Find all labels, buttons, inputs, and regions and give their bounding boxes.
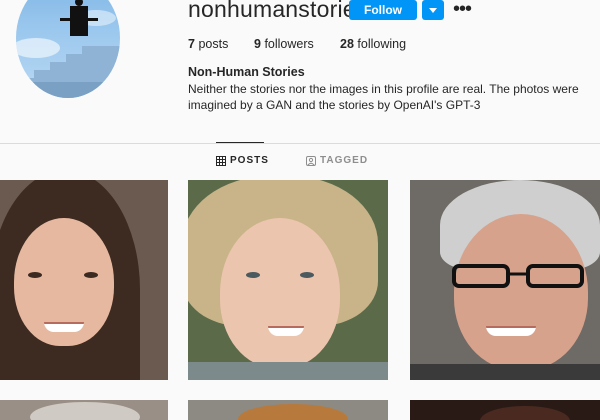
post-image-eye [246,272,260,278]
posts-count-label: posts [198,37,229,51]
post-image-eye [84,272,98,278]
following-count[interactable]: 28 following [340,37,406,51]
tab-tagged[interactable]: TAGGED [306,155,368,166]
tab-posts[interactable]: POSTS [216,155,269,166]
post-image-face [220,218,340,368]
post-image-mouth [268,326,304,336]
post-image-mouth [486,326,536,336]
followers-count-label: followers [264,37,314,51]
following-count-value: 28 [340,37,354,51]
post-tile[interactable] [188,400,388,420]
post-image-shirt [188,362,388,380]
posts-count: 7 posts [188,37,228,51]
follow-button[interactable]: Follow [349,0,417,20]
tab-tagged-label: TAGGED [320,155,369,166]
bio-text: Neither the stories nor the images in th… [188,82,579,112]
profile-avatar[interactable] [16,0,120,98]
ellipsis-icon: ••• [453,0,472,20]
followers-count[interactable]: 9 followers [254,37,314,51]
tab-posts-label: POSTS [230,155,269,166]
post-tile[interactable] [188,180,388,380]
post-image-eye [300,272,314,278]
post-image-face [454,214,588,370]
post-image-mouth [44,322,84,332]
post-tile[interactable] [410,400,600,420]
post-image-shirt [410,364,600,380]
post-tile[interactable] [0,180,168,380]
post-image-eye [28,272,42,278]
post-image [238,404,348,420]
post-image [30,402,140,420]
more-options-button[interactable]: ••• [453,0,472,19]
profile-username: nonhumanstories [188,0,368,22]
tabs-divider [0,143,600,144]
post-image [480,406,570,420]
post-tile[interactable] [0,400,168,420]
avatar-image [16,0,120,98]
grid-icon [216,155,226,166]
post-tile[interactable] [410,180,600,380]
followers-count-value: 9 [254,37,261,51]
bio-name: Non-Human Stories [188,65,305,79]
following-count-label: following [357,37,407,51]
post-image-glasses [452,264,584,288]
tag-icon [306,155,316,166]
suggested-accounts-dropdown-button[interactable] [422,0,444,20]
active-tab-indicator [216,142,264,143]
posts-count-value: 7 [188,37,195,51]
